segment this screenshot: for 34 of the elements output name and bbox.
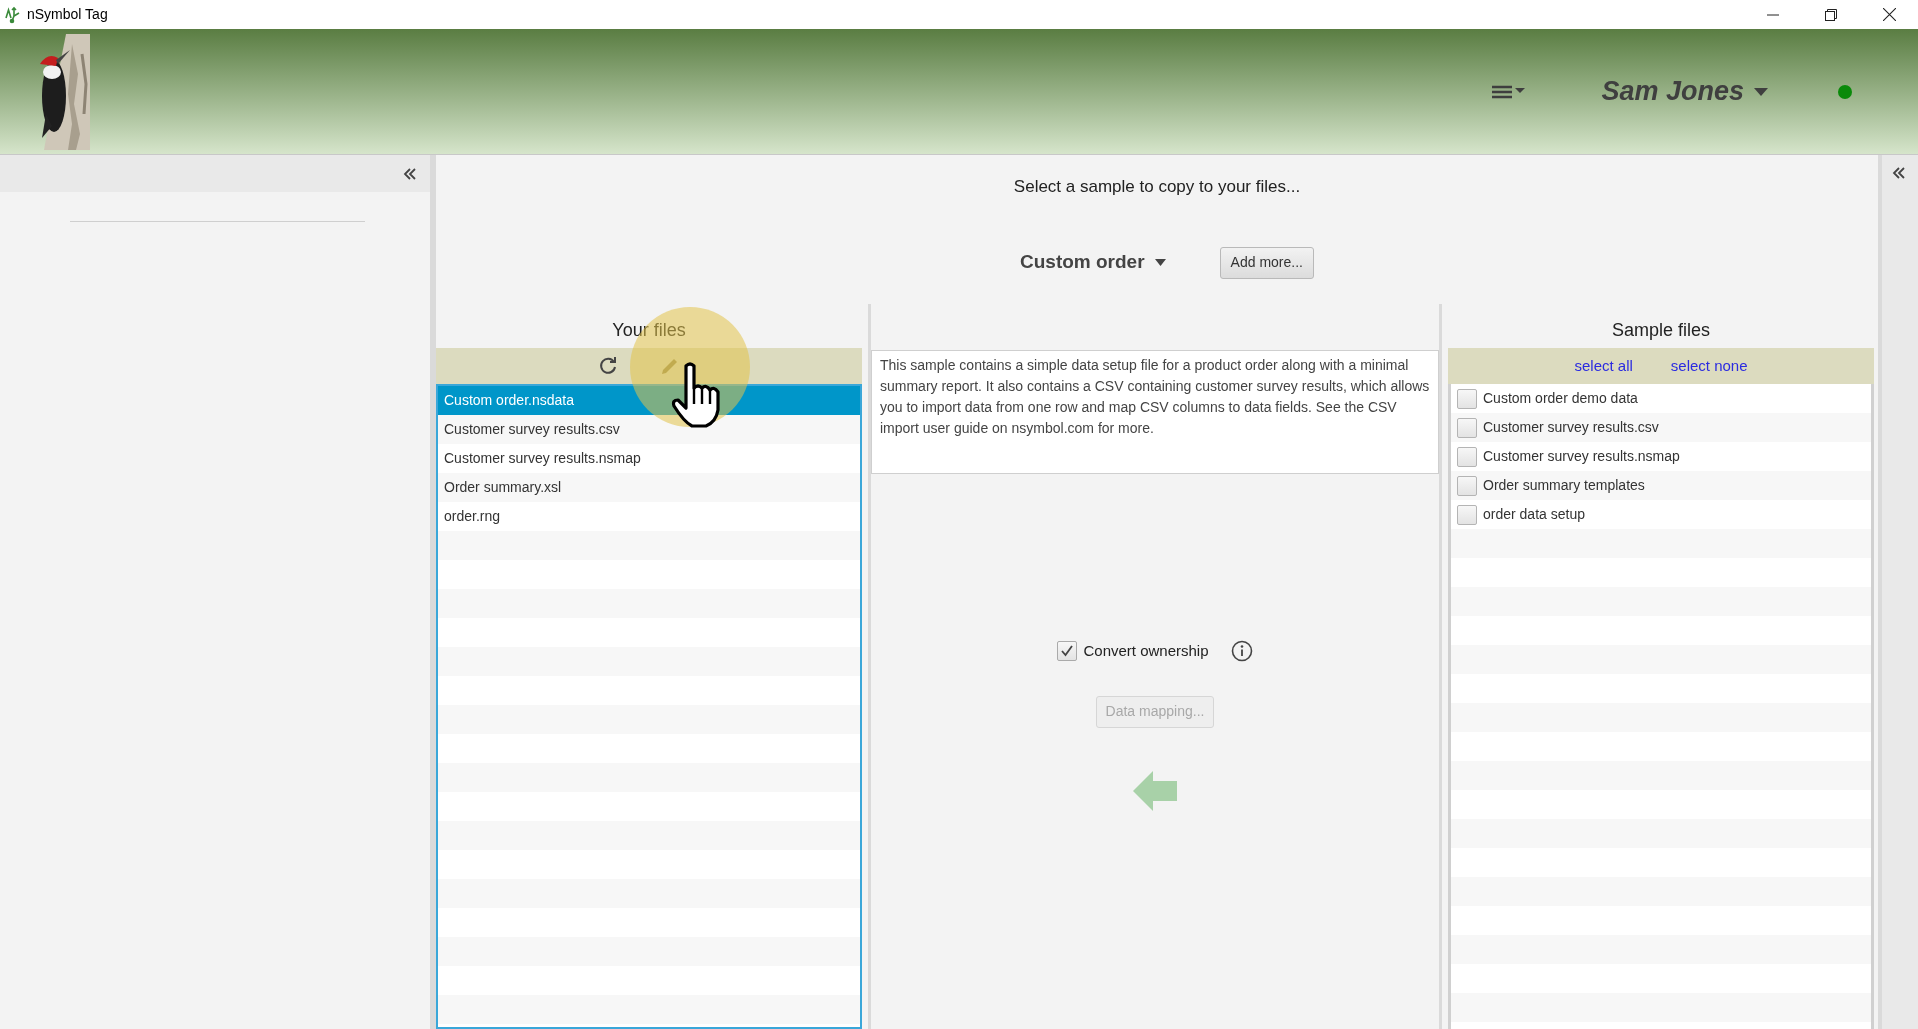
expand-icon[interactable] xyxy=(1892,165,1908,181)
sample-item-label: Customer survey results.nsmap xyxy=(1483,447,1680,466)
checkmark-icon xyxy=(1060,644,1075,659)
sample-dropdown[interactable]: Custom order xyxy=(1020,248,1166,277)
sample-item-label: order data setup xyxy=(1483,505,1585,524)
caret-icon xyxy=(1154,259,1166,266)
checkbox[interactable] xyxy=(1057,641,1078,662)
column-title: Your files xyxy=(612,319,686,342)
sample-item-label: Order summary templates xyxy=(1483,476,1645,495)
column-title: Sample files xyxy=(1611,319,1710,342)
left-arrow-icon xyxy=(1133,770,1177,811)
app-icon xyxy=(3,5,21,24)
user-menu[interactable]: Sam Jones xyxy=(1601,71,1768,112)
refresh-icon[interactable] xyxy=(597,355,619,377)
caret-icon xyxy=(1754,87,1768,96)
checkbox[interactable] xyxy=(1457,446,1477,467)
checkbox[interactable] xyxy=(1457,475,1477,496)
checkbox[interactable] xyxy=(1457,388,1477,409)
checkbox-label: Convert ownership xyxy=(1083,641,1209,661)
sample-item-label: Custom order demo data xyxy=(1483,389,1638,408)
add-more-button[interactable]: Add more... xyxy=(1219,246,1314,279)
window-title: nSymbol Tag xyxy=(27,5,108,24)
info-icon[interactable] xyxy=(1230,640,1253,663)
select-all-link[interactable]: select all xyxy=(1574,354,1633,378)
select-none-link[interactable]: select none xyxy=(1670,354,1748,378)
file-item[interactable]: Customer survey results.csv xyxy=(438,415,860,444)
checkbox[interactable] xyxy=(1457,417,1477,438)
file-item[interactable]: Order summary.xsl xyxy=(438,473,860,502)
restore-icon[interactable] xyxy=(1825,8,1837,21)
close-icon[interactable] xyxy=(1882,8,1896,21)
prompt-text: Select a sample to copy to your files... xyxy=(1013,175,1301,198)
sample-item-label: Customer survey results.csv xyxy=(1483,418,1659,437)
checkbox[interactable] xyxy=(1457,504,1477,525)
sample-description: This sample contains a simple data setup file for a product order along with a minimal summary report. It also contains a CSV containing customer survey results, which allows you to import data from one row and map CSV columns to data fields. See the CSV import user guide on nsymbol.com for more. xyxy=(871,350,1439,474)
